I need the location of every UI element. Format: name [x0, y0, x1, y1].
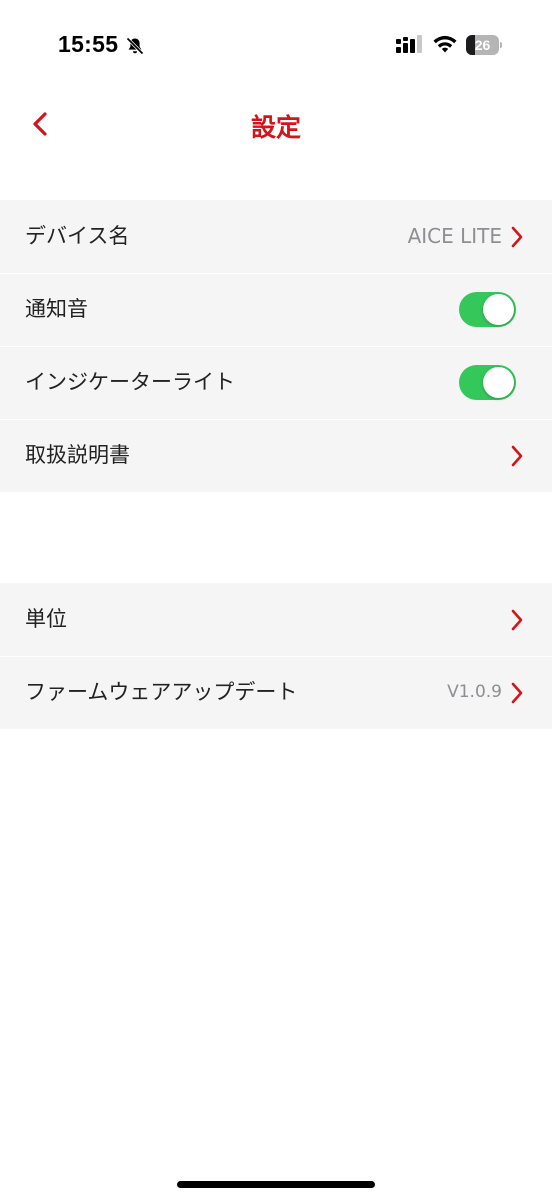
- battery-body: 26: [466, 35, 499, 55]
- nav-bar: 設定: [0, 90, 552, 160]
- toggle-knob: [483, 294, 514, 325]
- device-name-label: デバイス名: [25, 224, 130, 248]
- settings-group-device: デバイス名 AICE LITE 通知音 インジケーターライト 取扱説明書: [0, 200, 552, 492]
- firmware-update-label: ファームウェアアップデート: [25, 680, 298, 704]
- notification-sound-row: 通知音: [0, 273, 552, 346]
- cellular-signal-icon: [396, 35, 422, 53]
- wifi-icon: [433, 35, 457, 53]
- chevron-right-icon: [511, 226, 523, 248]
- device-name-value: AICE LITE: [407, 224, 502, 248]
- chevron-right-icon: [511, 609, 523, 631]
- bell-off-icon: [126, 37, 144, 55]
- manual-row[interactable]: 取扱説明書: [0, 419, 552, 492]
- unit-row[interactable]: 単位: [0, 583, 552, 656]
- battery-level: 26: [474, 37, 491, 53]
- unit-label: 単位: [25, 607, 67, 631]
- chevron-right-icon: [511, 445, 523, 467]
- settings-group-system: 単位 ファームウェアアップデート V1.0.9: [0, 583, 552, 729]
- chevron-right-icon: [511, 682, 523, 704]
- firmware-update-row[interactable]: ファームウェアアップデート V1.0.9: [0, 656, 552, 729]
- firmware-version-value: V1.0.9: [447, 682, 502, 702]
- indicator-light-label: インジケーターライト: [25, 370, 235, 394]
- settings-screen: 15:55 26 設定 デバイス名 AICE LITE 通知音 インジケーターラ…: [0, 0, 552, 1200]
- page-title: 設定: [250, 113, 301, 142]
- notification-sound-toggle[interactable]: [459, 292, 516, 327]
- notification-sound-label: 通知音: [25, 297, 88, 321]
- indicator-light-row: インジケーターライト: [0, 346, 552, 419]
- status-bar: 15:55 26: [0, 0, 552, 90]
- battery-icon: 26: [466, 35, 502, 55]
- device-name-row[interactable]: デバイス名 AICE LITE: [0, 200, 552, 273]
- home-indicator[interactable]: [177, 1181, 375, 1188]
- status-time: 15:55: [58, 31, 119, 57]
- indicator-light-toggle[interactable]: [459, 365, 516, 400]
- manual-label: 取扱説明書: [25, 443, 130, 467]
- battery-cap: [500, 42, 502, 48]
- toggle-knob: [483, 367, 514, 398]
